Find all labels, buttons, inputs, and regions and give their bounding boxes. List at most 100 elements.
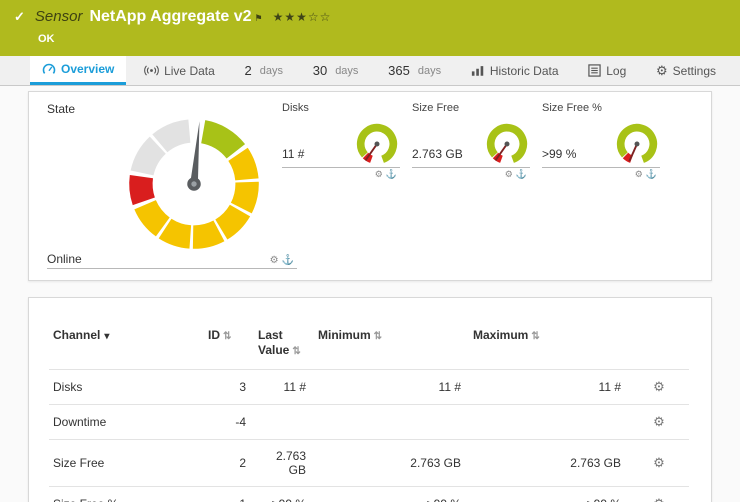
mini-gauge-dial — [614, 121, 660, 167]
status-check-icon: ✓ — [14, 9, 25, 25]
tab-historic-data[interactable]: Historic Data — [459, 56, 571, 85]
mini-gauge-dial — [354, 121, 400, 167]
gear-icon: ⚙ — [656, 64, 668, 77]
cell-last-value — [254, 404, 314, 439]
channel-settings-gear-icon[interactable]: ⚙ — [653, 379, 665, 394]
cell-last-value: 2.763 GB — [254, 439, 314, 486]
flag-icon: ⚑ — [255, 13, 263, 24]
primary-channel-anchor-icon[interactable]: ⚓ — [516, 169, 530, 179]
tab-unit: days — [418, 65, 441, 77]
mini-gauge-size-free: Size Free 2.763 GB ⚙⚓ — [412, 102, 530, 180]
cell-maximum: 11 # — [469, 369, 629, 404]
sort-icon: ⇅ — [531, 331, 539, 342]
column-header-maximum[interactable]: Maximum⇅ — [469, 324, 629, 369]
tab-30-days[interactable]: 30 days — [301, 56, 371, 85]
mini-gauge-title: Size Free % — [542, 102, 660, 114]
tab-label: Overview — [61, 62, 114, 76]
mini-gauge-value: 2.763 GB — [412, 147, 463, 161]
table-row-size-free-pct[interactable]: Size Free % 1 >99 % >99 % >99 % ⚙ — [49, 486, 689, 502]
tab-label: Log — [606, 64, 626, 78]
channel-gear-icon[interactable]: ⚙ — [635, 169, 646, 179]
state-gauge-footer: Online ⚙⚓ — [47, 252, 297, 269]
log-list-icon — [588, 64, 601, 77]
channel-settings-gear-icon[interactable]: ⚙ — [653, 496, 665, 502]
tab-365-days[interactable]: 365 days — [376, 56, 453, 85]
tab-label: 2 — [245, 63, 252, 78]
column-label: Channel — [53, 328, 100, 342]
cell-maximum — [469, 404, 629, 439]
mini-gauge-dial — [484, 121, 530, 167]
cell-id: 3 — [204, 369, 254, 404]
mini-gauge-title: Size Free — [412, 102, 530, 114]
cell-maximum: >99 % — [469, 486, 629, 502]
sort-caret-icon: ▾ — [104, 331, 109, 342]
cell-id: 2 — [204, 439, 254, 486]
column-label: Maximum — [473, 328, 528, 342]
column-label: Minimum — [318, 328, 371, 342]
tab-label: 365 — [388, 63, 410, 78]
tab-label: Live Data — [164, 64, 215, 78]
tab-label: 30 — [313, 63, 327, 78]
channel-gear-icon[interactable]: ⚙ — [375, 169, 386, 179]
live-signal-icon — [144, 64, 159, 77]
channel-gear-icon[interactable]: ⚙ — [270, 255, 282, 266]
tab-live-data[interactable]: Live Data — [132, 56, 227, 85]
tab-unit: days — [335, 65, 358, 77]
tab-2-days[interactable]: 2 days — [233, 56, 295, 85]
table-row-disks[interactable]: Disks 3 11 # 11 # 11 # ⚙ — [49, 369, 689, 404]
cell-minimum: 11 # — [314, 369, 469, 404]
cell-last-value: >99 % — [254, 486, 314, 502]
gauge-needle — [190, 121, 204, 187]
tab-label: Historic Data — [490, 64, 559, 78]
cell-channel: Disks — [49, 369, 204, 404]
column-label: Last Value — [258, 328, 289, 357]
sort-icon: ⇅ — [374, 331, 382, 342]
table-row-size-free[interactable]: Size Free 2 2.763 GB 2.763 GB 2.763 GB ⚙ — [49, 439, 689, 486]
state-value: Online — [47, 252, 82, 266]
overview-panel: State Online ⚙⚓ Disks 11 — [28, 91, 712, 281]
table-row-downtime[interactable]: Downtime -4 ⚙ — [49, 404, 689, 439]
primary-channel-anchor-icon[interactable]: ⚓ — [646, 169, 660, 179]
mini-gauge-value: >99 % — [542, 147, 576, 161]
column-header-last-value[interactable]: Last Value⇅ — [254, 324, 314, 369]
gauge-icon — [42, 62, 56, 76]
column-label: ID — [208, 328, 220, 342]
page-title: NetApp Aggregate v2 — [89, 8, 251, 26]
chart-icon — [471, 64, 485, 77]
state-gauge-title: State — [47, 102, 75, 116]
cell-channel: Size Free — [49, 439, 204, 486]
primary-channel-anchor-icon[interactable]: ⚓ — [282, 255, 297, 266]
channel-gear-icon[interactable]: ⚙ — [505, 169, 516, 179]
status-badge: OK — [38, 33, 726, 45]
tab-bar: Overview Live Data 2 days 30 days 365 da… — [0, 56, 740, 86]
tab-settings[interactable]: ⚙ Settings — [644, 56, 728, 85]
column-header-channel[interactable]: Channel ▾ — [49, 324, 204, 369]
tab-log[interactable]: Log — [576, 56, 638, 85]
priority-stars[interactable]: ★★★☆☆ — [273, 10, 332, 24]
column-header-id[interactable]: ID⇅ — [204, 324, 254, 369]
cell-minimum: >99 % — [314, 486, 469, 502]
sort-icon: ⇅ — [292, 346, 300, 357]
channel-settings-gear-icon[interactable]: ⚙ — [653, 455, 665, 470]
sensor-header: ✓ Sensor NetApp Aggregate v2 ⚑ ★★★☆☆ OK — [0, 0, 740, 56]
tab-overview[interactable]: Overview — [30, 56, 126, 85]
cell-minimum: 2.763 GB — [314, 439, 469, 486]
cell-channel: Downtime — [49, 404, 204, 439]
channel-settings-gear-icon[interactable]: ⚙ — [653, 414, 665, 429]
cell-maximum: 2.763 GB — [469, 439, 629, 486]
primary-channel-anchor-icon[interactable]: ⚓ — [386, 169, 400, 179]
cell-last-value: 11 # — [254, 369, 314, 404]
channels-panel: Channel▾ ID⇅ Last Value⇅ Minimum⇅ Maximu… — [28, 297, 712, 502]
mini-gauge-size-free-pct: Size Free % >99 % ⚙⚓ — [542, 102, 660, 180]
cell-channel: Size Free % — [49, 486, 204, 502]
mini-gauge-value: 11 # — [282, 147, 304, 161]
tab-unit: days — [260, 65, 283, 77]
column-header-settings — [629, 324, 689, 369]
column-header-minimum[interactable]: Minimum⇅ — [314, 324, 469, 369]
cell-minimum — [314, 404, 469, 439]
channels-table: Channel▾ ID⇅ Last Value⇅ Minimum⇅ Maximu… — [49, 324, 689, 502]
mini-gauge-disks: Disks 11 # ⚙⚓ — [282, 102, 400, 180]
sort-icon: ⇅ — [223, 331, 231, 342]
cell-id: 1 — [204, 486, 254, 502]
object-kind-label: Sensor — [35, 8, 83, 25]
